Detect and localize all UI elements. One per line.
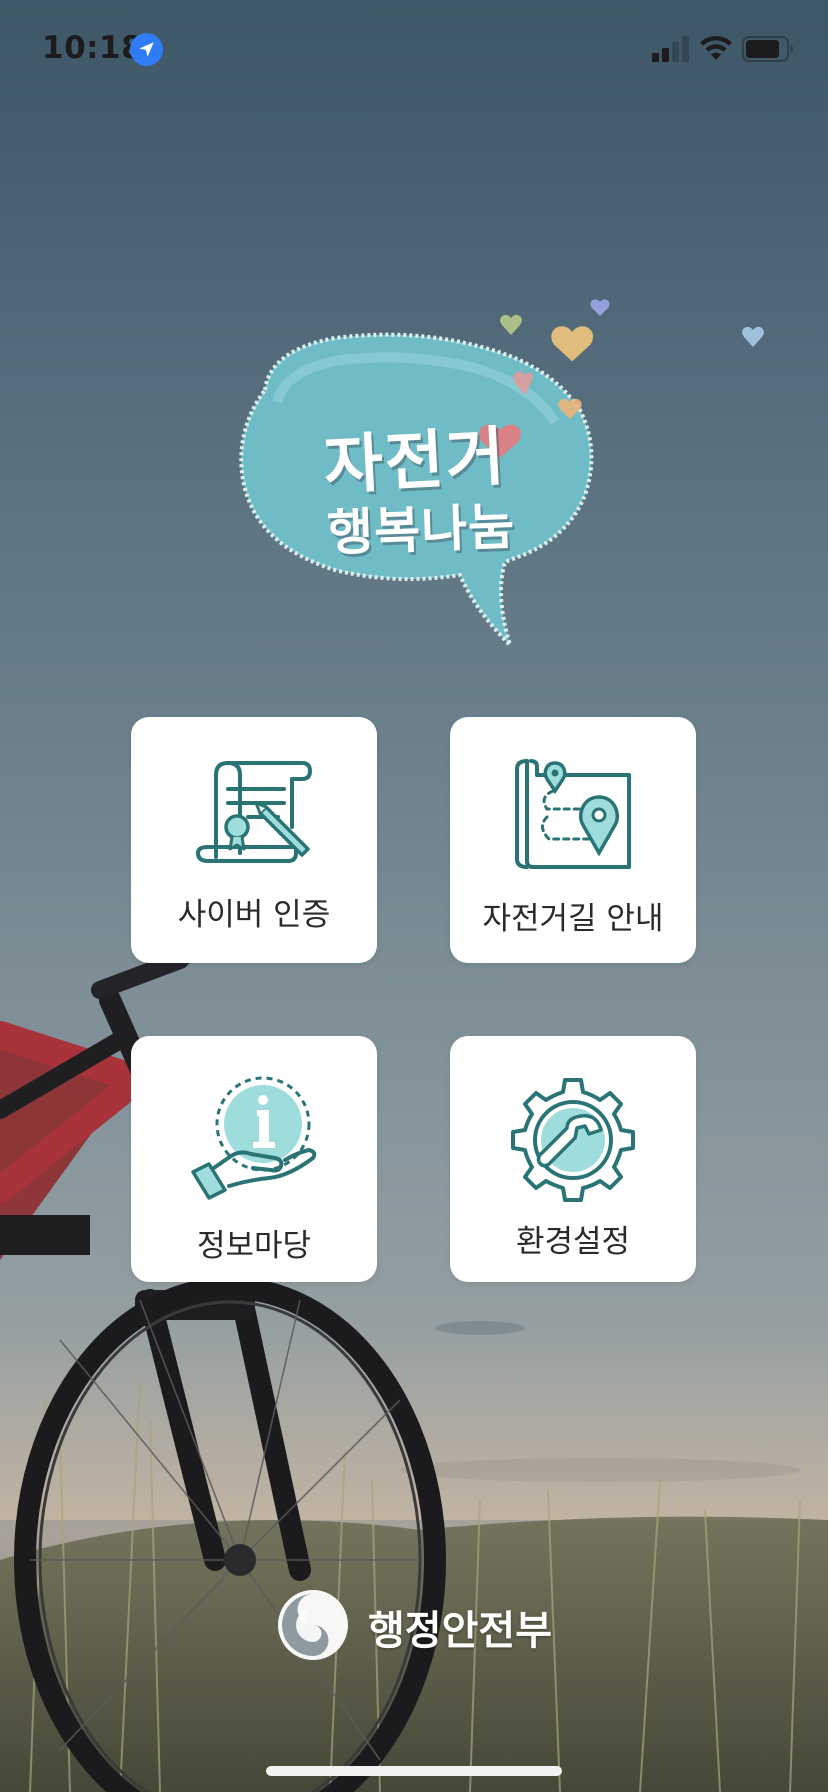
wifi-icon [700,36,732,60]
cellular-signal-icon [652,36,689,62]
status-time: 10:18 [42,30,144,66]
ministry-name: 행정안전부 [368,1608,552,1654]
home-indicator[interactable] [266,1766,562,1776]
app-screen: 10:18 자전거 행복나눔 사이버 인증 자전거길 안내 정보마당 환경설정 … [0,0,828,1792]
gear-wrench-icon [511,1078,635,1202]
location-arrow-icon [130,33,163,66]
bike-route-button[interactable]: 자전거길 안내 [450,717,696,963]
status-bar: 10:18 [0,0,828,100]
bike-route-label: 자전거길 안내 [482,901,664,937]
settings-label: 환경설정 [515,1224,631,1260]
route-map-icon [515,759,631,869]
battery-icon [742,36,793,62]
background-bicycle-photo [0,921,828,1792]
cyber-cert-label: 사이버 인증 [177,897,331,933]
ministry-emblem-icon [278,1590,348,1660]
info-button[interactable]: 정보마당 [131,1036,377,1282]
logo-title-line2: 행복나눔 [326,497,517,563]
info-hand-icon [191,1076,317,1200]
certificate-scroll-icon [196,761,312,863]
cyber-cert-button[interactable]: 사이버 인증 [131,717,377,963]
settings-button[interactable]: 환경설정 [450,1036,696,1282]
info-label: 정보마당 [196,1228,312,1264]
app-logo: 자전거 행복나눔 [225,290,805,660]
